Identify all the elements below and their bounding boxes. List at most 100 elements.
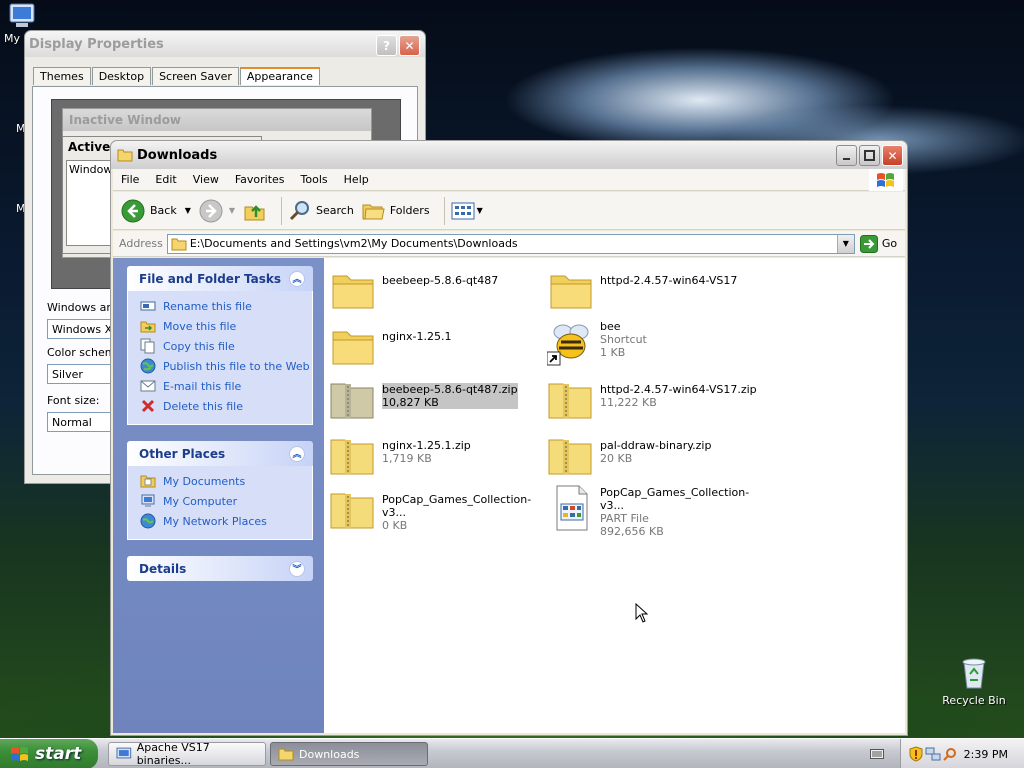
search-button[interactable]: Search	[288, 199, 354, 223]
task-publish-web[interactable]: Publish this file to the Web	[140, 356, 312, 376]
font-size-label: Font size:	[47, 394, 100, 407]
close-button[interactable]: ✕	[882, 145, 903, 166]
task-delete[interactable]: Delete this file	[140, 396, 312, 416]
folders-button[interactable]: Folders	[362, 200, 430, 222]
panel-header[interactable]: Other Places ︽	[127, 441, 313, 466]
task-label: Copy this file	[163, 339, 235, 353]
collapse-icon[interactable]: ︽	[289, 445, 305, 462]
maximize-button[interactable]	[859, 145, 880, 166]
file-size: 20 KB	[600, 452, 633, 465]
address-label: Address	[119, 237, 163, 250]
views-button[interactable]: ▼	[451, 201, 483, 221]
panel-header[interactable]: Details ︾	[127, 556, 313, 581]
menu-tools[interactable]: Tools	[293, 170, 336, 190]
email-icon	[140, 380, 156, 392]
address-dropdown-button[interactable]: ▼	[836, 234, 854, 253]
task-copy[interactable]: Copy this file	[140, 336, 312, 356]
task-rename[interactable]: Rename this file	[140, 296, 312, 316]
file-name: httpd-2.4.57-win64-VS17	[600, 274, 738, 287]
chevron-down-icon[interactable]: ▼	[477, 206, 483, 215]
bee-shortcut-icon	[547, 324, 589, 366]
file-item[interactable]: httpd-2.4.57-win64-VS17	[547, 266, 757, 314]
menu-bar: File Edit View Favorites Tools Help	[113, 169, 905, 191]
part-file-icon	[556, 485, 588, 531]
chevron-down-icon: ▼	[842, 239, 849, 248]
title-bar[interactable]: Downloads	[111, 141, 907, 169]
place-label: My Documents	[163, 474, 246, 488]
file-type: Shortcut	[600, 333, 647, 346]
menu-help[interactable]: Help	[336, 170, 377, 190]
go-button[interactable]: Go	[859, 234, 897, 253]
place-my-documents[interactable]: My Documents	[140, 471, 312, 491]
place-my-network[interactable]: My Network Places	[140, 511, 312, 531]
close-button[interactable]: ✕	[399, 35, 420, 56]
tab-appearance[interactable]: Appearance	[239, 67, 320, 85]
task-move[interactable]: Move this file	[140, 316, 312, 336]
zip-folder-icon	[330, 383, 374, 419]
security-shield-icon[interactable]	[909, 746, 923, 762]
address-value: E:\Documents and Settings\vm2\My Documen…	[189, 237, 518, 250]
tab-screen-saver[interactable]: Screen Saver	[152, 67, 239, 85]
keyboard-icon[interactable]	[870, 748, 884, 760]
collapse-icon[interactable]: ︽	[289, 270, 305, 287]
minimize-button[interactable]	[836, 145, 857, 166]
forward-button[interactable]: ▼	[199, 199, 235, 223]
desktop-icon-recycle-bin[interactable]: Recycle Bin	[934, 656, 1014, 707]
taskbar-item-downloads[interactable]: Downloads	[270, 742, 428, 766]
menu-edit[interactable]: Edit	[147, 170, 184, 190]
file-item[interactable]: nginx-1.25.1	[329, 322, 539, 370]
search-icon[interactable]	[943, 747, 957, 761]
title-bar[interactable]: Display Properties	[25, 31, 425, 57]
file-item[interactable]: PopCap_Games_Collection-v3... PART File …	[547, 484, 757, 538]
clock[interactable]: 2:39 PM	[964, 748, 1008, 761]
go-arrow-icon	[859, 234, 878, 253]
toolbar-separator	[443, 196, 445, 225]
windows-flag-icon	[869, 169, 903, 191]
chevron-down-icon[interactable]: ▼	[229, 206, 235, 215]
copy-icon	[140, 338, 155, 354]
tab-strip: Themes Desktop Screen Saver Appearance	[33, 67, 321, 85]
display-properties-icon	[116, 747, 132, 759]
task-list: Rename this file Move this file Copy thi…	[127, 291, 313, 425]
file-item[interactable]: bee Shortcut 1 KB	[547, 318, 757, 366]
folder-icon	[332, 275, 374, 309]
start-button[interactable]: start	[0, 739, 98, 768]
address-input[interactable]: E:\Documents and Settings\vm2\My Documen…	[166, 233, 855, 254]
expand-icon[interactable]: ︾	[289, 560, 305, 577]
help-button[interactable]: ?	[376, 35, 397, 56]
file-name: PopCap_Games_Collection-v3...	[600, 486, 750, 512]
delete-icon	[141, 399, 155, 413]
other-places-panel: Other Places ︽ My Documents My Computer …	[127, 441, 313, 540]
file-item[interactable]: beebeep-5.8.6-qt487	[329, 266, 539, 314]
explorer-window[interactable]: Downloads ✕ File Edit View Favorites Too…	[110, 140, 908, 736]
place-my-computer[interactable]: My Computer	[140, 491, 312, 511]
computer-icon	[141, 494, 155, 507]
menu-favorites[interactable]: Favorites	[227, 170, 293, 190]
task-email[interactable]: E-mail this file	[140, 376, 312, 396]
chevron-down-icon[interactable]: ▼	[185, 206, 191, 215]
file-item[interactable]: pal-ddraw-binary.zip 20 KB	[547, 432, 757, 480]
tab-themes[interactable]: Themes	[33, 67, 91, 85]
file-item-selected[interactable]: beebeep-5.8.6-qt487.zip 10,827 KB	[329, 376, 539, 424]
file-item[interactable]: httpd-2.4.57-win64-VS17.zip 11,222 KB	[547, 376, 757, 424]
tab-desktop[interactable]: Desktop	[91, 67, 152, 85]
preview-inactive-title: Inactive Window	[63, 109, 371, 131]
file-size: 11,222 KB	[600, 396, 657, 409]
folder-icon	[278, 748, 294, 761]
file-item[interactable]: nginx-1.25.1.zip 1,719 KB	[329, 432, 539, 480]
file-name: beebeep-5.8.6-qt487	[382, 274, 499, 287]
file-item[interactable]: PopCap_Games_Collection-v3... 0 KB	[329, 486, 539, 534]
folder-icon	[171, 238, 187, 250]
folders-icon	[362, 204, 385, 219]
menu-file[interactable]: File	[113, 170, 147, 190]
up-folder-button[interactable]	[243, 199, 267, 223]
menu-view[interactable]: View	[185, 170, 227, 190]
folders-label: Folders	[389, 204, 430, 217]
network-icon[interactable]	[925, 746, 941, 762]
network-globe-icon	[140, 513, 156, 529]
recycle-bin-icon	[962, 658, 986, 689]
panel-header[interactable]: File and Folder Tasks ︽	[127, 266, 313, 291]
taskbar-item-apache[interactable]: Apache VS17 binaries...	[108, 741, 266, 767]
globe-icon	[140, 358, 156, 374]
back-button[interactable]: Back ▼	[121, 199, 191, 223]
